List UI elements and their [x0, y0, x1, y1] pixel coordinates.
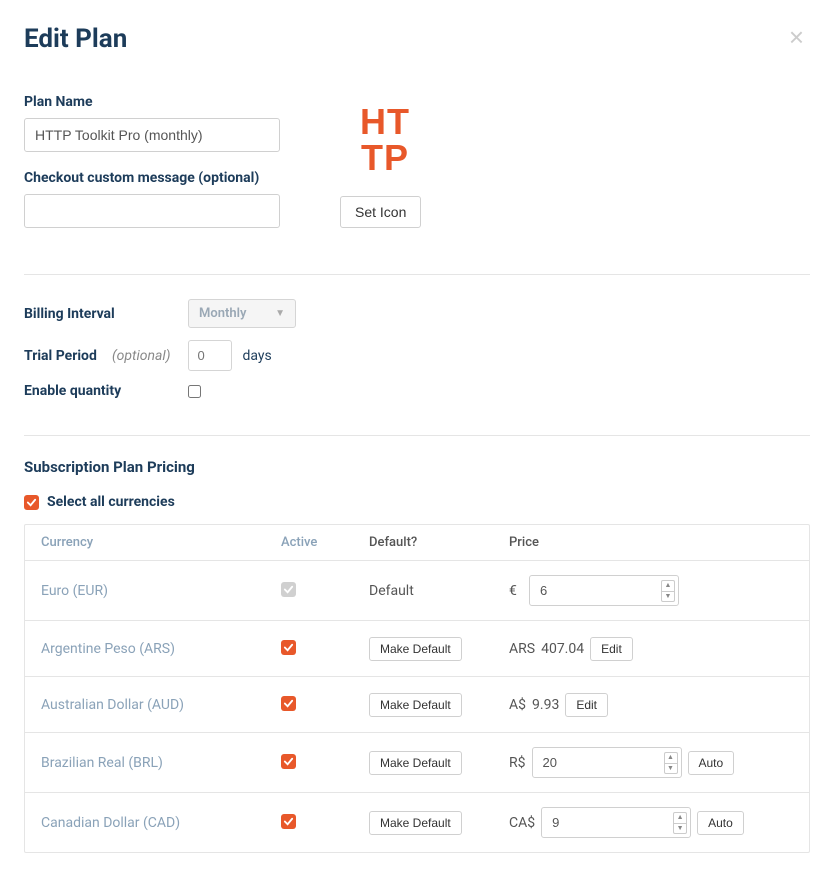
chevron-down-icon: ▼	[275, 308, 285, 319]
header-currency: Currency	[41, 535, 281, 550]
price-input[interactable]	[541, 807, 691, 838]
pricing-heading: Subscription Plan Pricing	[24, 458, 810, 476]
billing-interval-dropdown[interactable]: Monthly ▼	[188, 299, 296, 328]
currency-name: Australian Dollar (AUD)	[41, 697, 281, 713]
table-row: Argentine Peso (ARS) Make Default ARS 40…	[25, 621, 809, 677]
check-icon	[283, 816, 294, 827]
top-section: Plan Name Checkout custom message (optio…	[24, 94, 810, 275]
days-label: days	[242, 348, 271, 364]
active-checkbox[interactable]	[281, 696, 296, 711]
active-checkbox[interactable]	[281, 582, 296, 597]
billing-settings: Billing Interval Monthly ▼ Trial Period …	[24, 299, 810, 436]
plan-name-input[interactable]	[24, 118, 280, 152]
currency-name: Argentine Peso (ARS)	[41, 641, 281, 657]
check-icon	[283, 584, 294, 595]
spinner-up-icon[interactable]: ▲	[673, 812, 687, 823]
set-icon-button[interactable]: Set Icon	[340, 196, 421, 228]
edit-price-button[interactable]: Edit	[590, 637, 633, 661]
svg-text:TP: TP	[361, 137, 409, 178]
enable-quantity-label: Enable quantity	[24, 383, 188, 399]
active-checkbox[interactable]	[281, 814, 296, 829]
default-label: Default	[369, 583, 509, 599]
table-row: Euro (EUR) Default € ▲ ▼	[25, 561, 809, 621]
table-row: Canadian Dollar (CAD) Make Default CA$ ▲…	[25, 793, 809, 852]
checkout-message-input[interactable]	[24, 194, 280, 228]
edit-price-button[interactable]: Edit	[565, 693, 608, 717]
currency-name: Brazilian Real (BRL)	[41, 755, 281, 771]
table-row: Brazilian Real (BRL) Make Default R$ ▲ ▼	[25, 733, 809, 793]
spinner-down-icon[interactable]: ▼	[664, 763, 678, 774]
header-default: Default?	[369, 535, 509, 550]
active-checkbox[interactable]	[281, 754, 296, 769]
make-default-button[interactable]: Make Default	[369, 751, 462, 775]
enable-quantity-checkbox[interactable]	[188, 385, 201, 398]
pricing-table: Currency Active Default? Price Euro (EUR…	[24, 524, 810, 853]
select-all-checkbox[interactable]	[24, 495, 39, 510]
currency-name: Canadian Dollar (CAD)	[41, 815, 281, 831]
currency-symbol: €	[509, 583, 523, 599]
check-icon	[26, 497, 37, 508]
spinner-up-icon[interactable]: ▲	[664, 752, 678, 763]
billing-interval-value: Monthly	[199, 306, 246, 321]
pricing-section: Subscription Plan Pricing Select all cur…	[24, 458, 810, 853]
currency-prefix: A$	[509, 697, 526, 713]
spinner-up-icon[interactable]: ▲	[661, 580, 675, 591]
price-input[interactable]	[532, 747, 682, 778]
make-default-button[interactable]: Make Default	[369, 811, 462, 835]
make-default-button[interactable]: Make Default	[369, 693, 462, 717]
modal-header: Edit Plan ×	[24, 24, 810, 54]
price-input[interactable]	[529, 575, 679, 606]
plan-icon: HT TP	[340, 94, 430, 184]
header-price: Price	[509, 535, 793, 550]
trial-period-input[interactable]	[188, 340, 232, 371]
auto-price-button[interactable]: Auto	[697, 811, 744, 835]
price-value: 9.93	[532, 697, 559, 713]
check-icon	[283, 642, 294, 653]
header-active: Active	[281, 535, 369, 550]
modal-title: Edit Plan	[24, 24, 127, 54]
svg-text:HT: HT	[360, 101, 410, 142]
active-checkbox[interactable]	[281, 640, 296, 655]
currency-prefix: R$	[509, 755, 526, 771]
check-icon	[283, 756, 294, 767]
make-default-button[interactable]: Make Default	[369, 637, 462, 661]
select-all-label: Select all currencies	[47, 494, 175, 510]
checkout-message-label: Checkout custom message (optional)	[24, 170, 280, 186]
plan-name-label: Plan Name	[24, 94, 280, 110]
close-button[interactable]: ×	[783, 24, 810, 50]
currency-prefix: ARS	[509, 641, 535, 657]
spinner-down-icon[interactable]: ▼	[661, 591, 675, 602]
billing-interval-label: Billing Interval	[24, 306, 188, 322]
check-icon	[283, 698, 294, 709]
trial-optional-label: (optional)	[112, 348, 170, 364]
table-row: Australian Dollar (AUD) Make Default A$ …	[25, 677, 809, 733]
currency-name: Euro (EUR)	[41, 583, 281, 599]
spinner-down-icon[interactable]: ▼	[673, 823, 687, 834]
price-value: 407.04	[541, 641, 584, 657]
currency-prefix: CA$	[509, 815, 535, 831]
auto-price-button[interactable]: Auto	[688, 751, 735, 775]
table-header: Currency Active Default? Price	[25, 525, 809, 561]
